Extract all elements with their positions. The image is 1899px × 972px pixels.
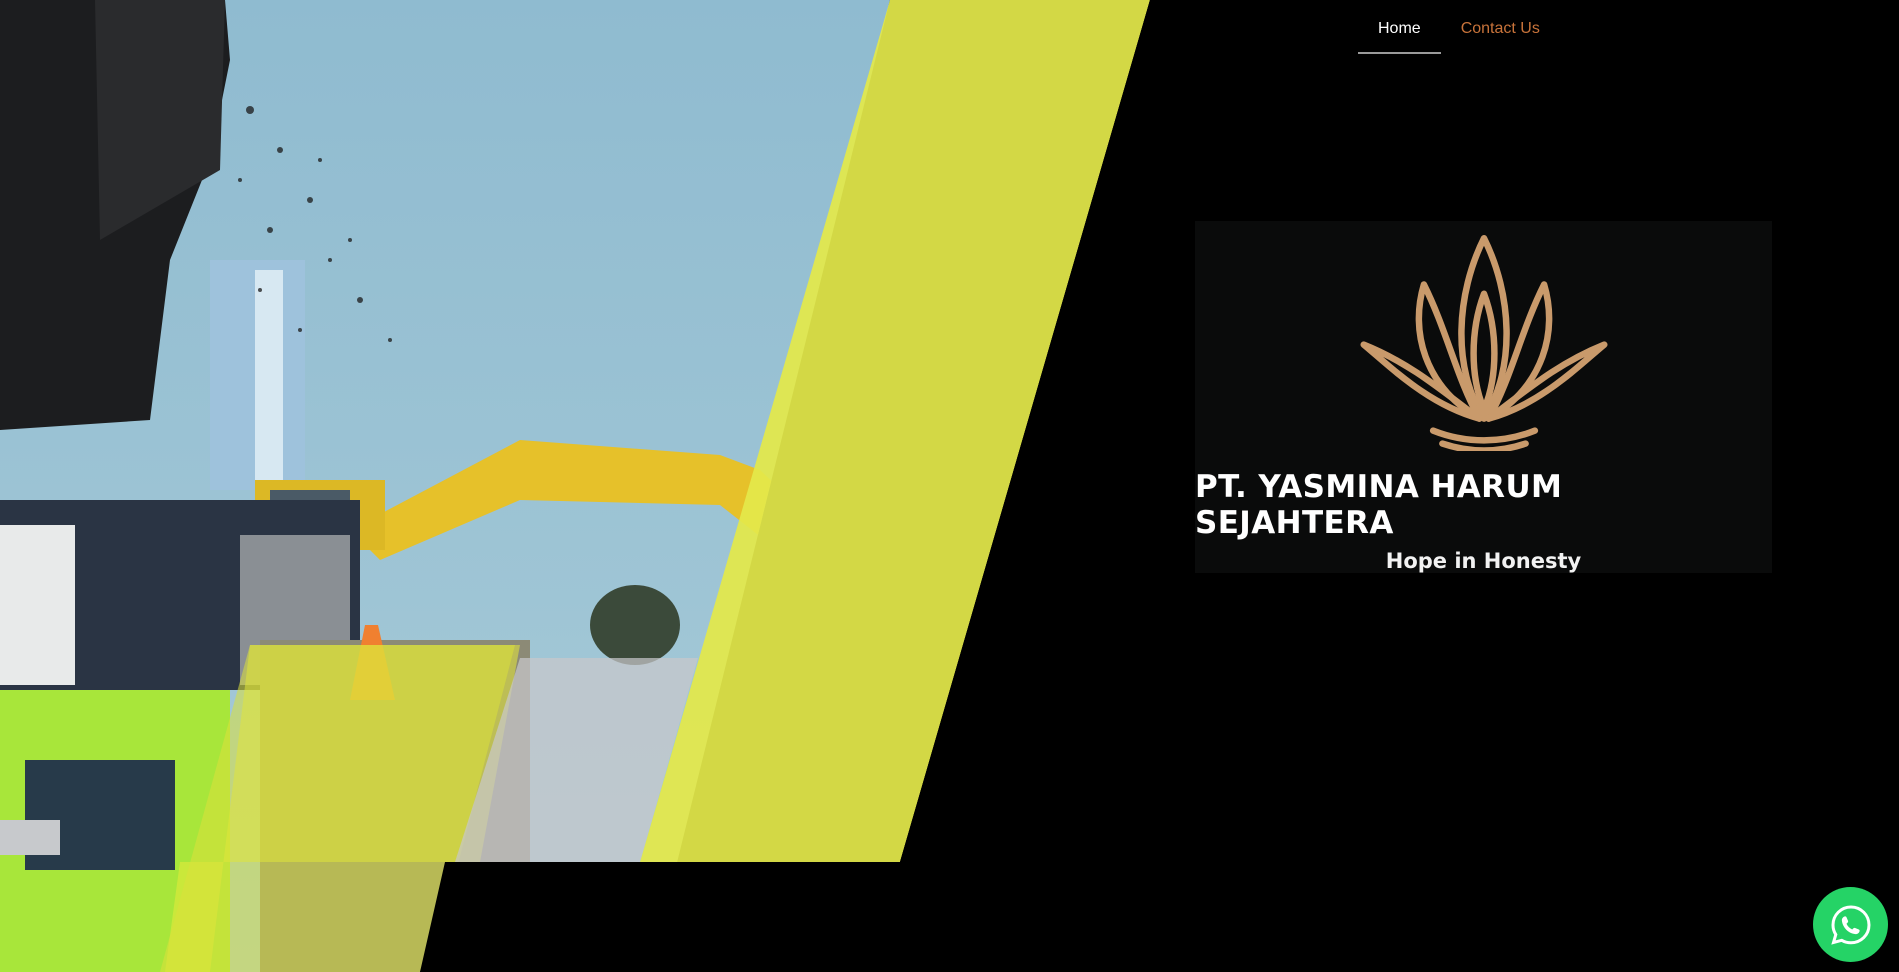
nav-home-link[interactable]: Home [1358,0,1441,54]
company-name: PT. YASMINA HARUM SEJAHTERA [1195,469,1563,541]
company-logo-card: PT. YASMINA HARUM SEJAHTERA Hope in Hone… [1195,221,1772,573]
top-nav: Home Contact Us [1358,0,1560,54]
lotus-icon [1360,235,1607,451]
whatsapp-icon [1830,904,1871,945]
nav-contact-link[interactable]: Contact Us [1441,0,1560,52]
company-tagline: Hope in Honesty [1385,549,1582,573]
whatsapp-button[interactable] [1813,887,1888,962]
